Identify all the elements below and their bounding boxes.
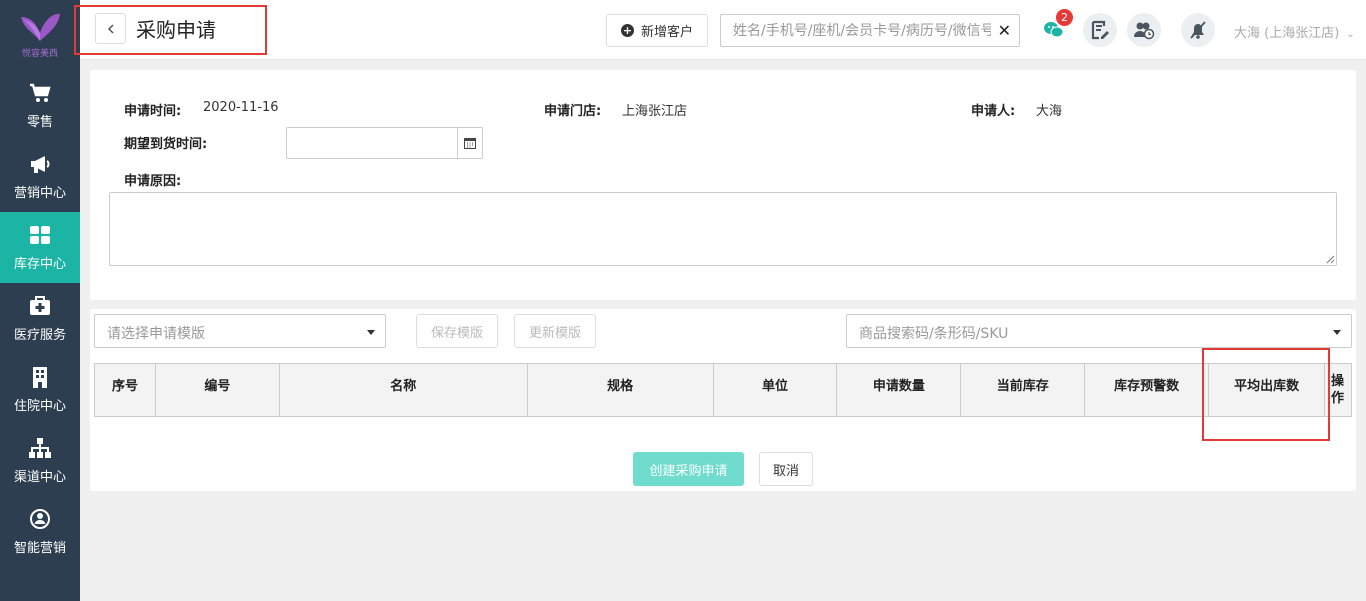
customer-search: ✕ bbox=[720, 14, 1020, 47]
page-title: 采购申请 bbox=[136, 18, 216, 42]
reason-label: 申请原因: bbox=[124, 174, 182, 189]
sidebar-item-marketing[interactable]: 营销中心 bbox=[0, 141, 80, 212]
application-info-card: 申请时间: 2020-11-16 申请门店: 上海张江店 申请人: 大海 期望到… bbox=[90, 70, 1356, 300]
apply-time-label: 申请时间: bbox=[124, 104, 182, 119]
expected-arrival-date-input[interactable] bbox=[286, 127, 483, 159]
store-value: 上海张江店 bbox=[622, 104, 688, 119]
sidebar-item-label: 库存中心 bbox=[13, 257, 66, 272]
users-clock-icon bbox=[1134, 22, 1155, 40]
save-template-button[interactable]: 保存模版 bbox=[416, 314, 498, 348]
sidebar-item-label: 零售 bbox=[26, 115, 53, 130]
bell-muted-icon bbox=[1190, 21, 1206, 39]
col-apply-qty: 申请数量 bbox=[837, 364, 962, 416]
notes-button[interactable] bbox=[1083, 13, 1117, 47]
brand-name: 悦容美西 bbox=[21, 49, 58, 59]
col-current-stock: 当前库存 bbox=[961, 364, 1086, 416]
cancel-button[interactable]: 取消 bbox=[759, 452, 813, 486]
product-table-header: 序号 编号 名称 规格 单位 申请数量 当前库存 库存预警数 平均出库数 操作 bbox=[94, 363, 1353, 417]
apply-time-value: 2020-11-16 bbox=[203, 100, 279, 115]
add-customer-label: 新增客户 bbox=[640, 25, 693, 40]
caret-down-icon bbox=[367, 330, 375, 335]
template-select[interactable]: 请选择申请模版 bbox=[94, 314, 386, 348]
create-purchase-request-button[interactable]: 创建采购申请 bbox=[633, 452, 744, 486]
sidebar-item-medical[interactable]: 医疗服务 bbox=[0, 283, 80, 354]
add-customer-button[interactable]: + 新增客户 bbox=[606, 14, 708, 47]
col-actions: 操作 bbox=[1325, 364, 1353, 416]
col-spec: 规格 bbox=[528, 364, 714, 416]
plus-circle-icon: + bbox=[620, 24, 634, 37]
sidebar-item-smart-marketing[interactable]: 智能营销 bbox=[0, 496, 80, 567]
org-chart-icon bbox=[28, 436, 52, 460]
product-list-card: 请选择申请模版 保存模版 更新模版 商品搜索码/条形码/SKU 序号 编号 名称… bbox=[90, 309, 1356, 491]
col-avg-outbound: 平均出库数 bbox=[1209, 364, 1326, 416]
sidebar-item-channel[interactable]: 渠道中心 bbox=[0, 425, 80, 496]
smart-marketing-icon bbox=[28, 507, 52, 531]
sidebar-item-label: 医疗服务 bbox=[13, 328, 66, 343]
sidebar-item-inventory[interactable]: 库存中心 bbox=[0, 212, 80, 283]
applicant-label: 申请人: bbox=[971, 104, 1016, 119]
document-edit-icon bbox=[1091, 20, 1109, 40]
expected-arrival-label: 期望到货时间: bbox=[124, 137, 208, 152]
chevron-left-icon bbox=[107, 23, 114, 34]
sidebar-item-label: 渠道中心 bbox=[13, 470, 66, 485]
caret-down-icon bbox=[1333, 330, 1341, 335]
col-code: 编号 bbox=[156, 364, 280, 416]
user-name-label: 大海 (上海张江店) bbox=[1234, 26, 1340, 41]
building-icon bbox=[28, 365, 52, 389]
chevron-down-icon: ⌄ bbox=[1346, 29, 1355, 40]
butterfly-logo-icon bbox=[21, 13, 60, 41]
customer-search-input[interactable] bbox=[721, 15, 991, 46]
update-template-button[interactable]: 更新模版 bbox=[514, 314, 596, 348]
resize-handle-icon[interactable] bbox=[1326, 255, 1335, 264]
sku-search-placeholder: 商品搜索码/条形码/SKU bbox=[859, 326, 1009, 342]
reason-textarea[interactable] bbox=[109, 192, 1337, 266]
sidebar: 悦容美西 零售 营销中心 库存中心 医疗服务 住院中心 渠道中心 智能营销 bbox=[0, 0, 80, 601]
col-stock-warning: 库存预警数 bbox=[1085, 364, 1210, 416]
top-header: 采购申请 + 新增客户 ✕ 2 大海 (上海张江店) ⌄ bbox=[74, 0, 1366, 60]
grid-icon bbox=[28, 223, 52, 247]
col-name: 名称 bbox=[280, 364, 528, 416]
cart-icon bbox=[28, 81, 52, 105]
brand-logo[interactable]: 悦容美西 bbox=[0, 0, 80, 70]
user-menu[interactable]: 大海 (上海张江店) ⌄ bbox=[1234, 22, 1355, 41]
template-select-placeholder: 请选择申请模版 bbox=[107, 326, 205, 342]
sidebar-item-label: 营销中心 bbox=[13, 186, 66, 201]
store-label: 申请门店: bbox=[544, 104, 602, 119]
col-index: 序号 bbox=[95, 364, 156, 416]
customer-group-button[interactable] bbox=[1127, 13, 1161, 47]
clear-search-icon[interactable]: ✕ bbox=[998, 21, 1011, 40]
sku-search-select[interactable]: 商品搜索码/条形码/SKU bbox=[846, 314, 1352, 348]
sidebar-item-label: 住院中心 bbox=[13, 399, 66, 414]
sidebar-item-inpatient[interactable]: 住院中心 bbox=[0, 354, 80, 425]
back-button[interactable] bbox=[95, 13, 126, 44]
wechat-badge: 2 bbox=[1056, 9, 1073, 26]
col-unit: 单位 bbox=[714, 364, 838, 416]
applicant-value: 大海 bbox=[1036, 104, 1063, 119]
megaphone-icon bbox=[28, 152, 52, 176]
sidebar-item-retail[interactable]: 零售 bbox=[0, 70, 80, 141]
wechat-button[interactable]: 2 bbox=[1037, 9, 1073, 47]
medical-kit-icon bbox=[28, 294, 52, 318]
notification-button[interactable] bbox=[1181, 13, 1215, 47]
calendar-icon[interactable] bbox=[457, 128, 482, 158]
sidebar-item-label: 智能营销 bbox=[13, 541, 66, 556]
